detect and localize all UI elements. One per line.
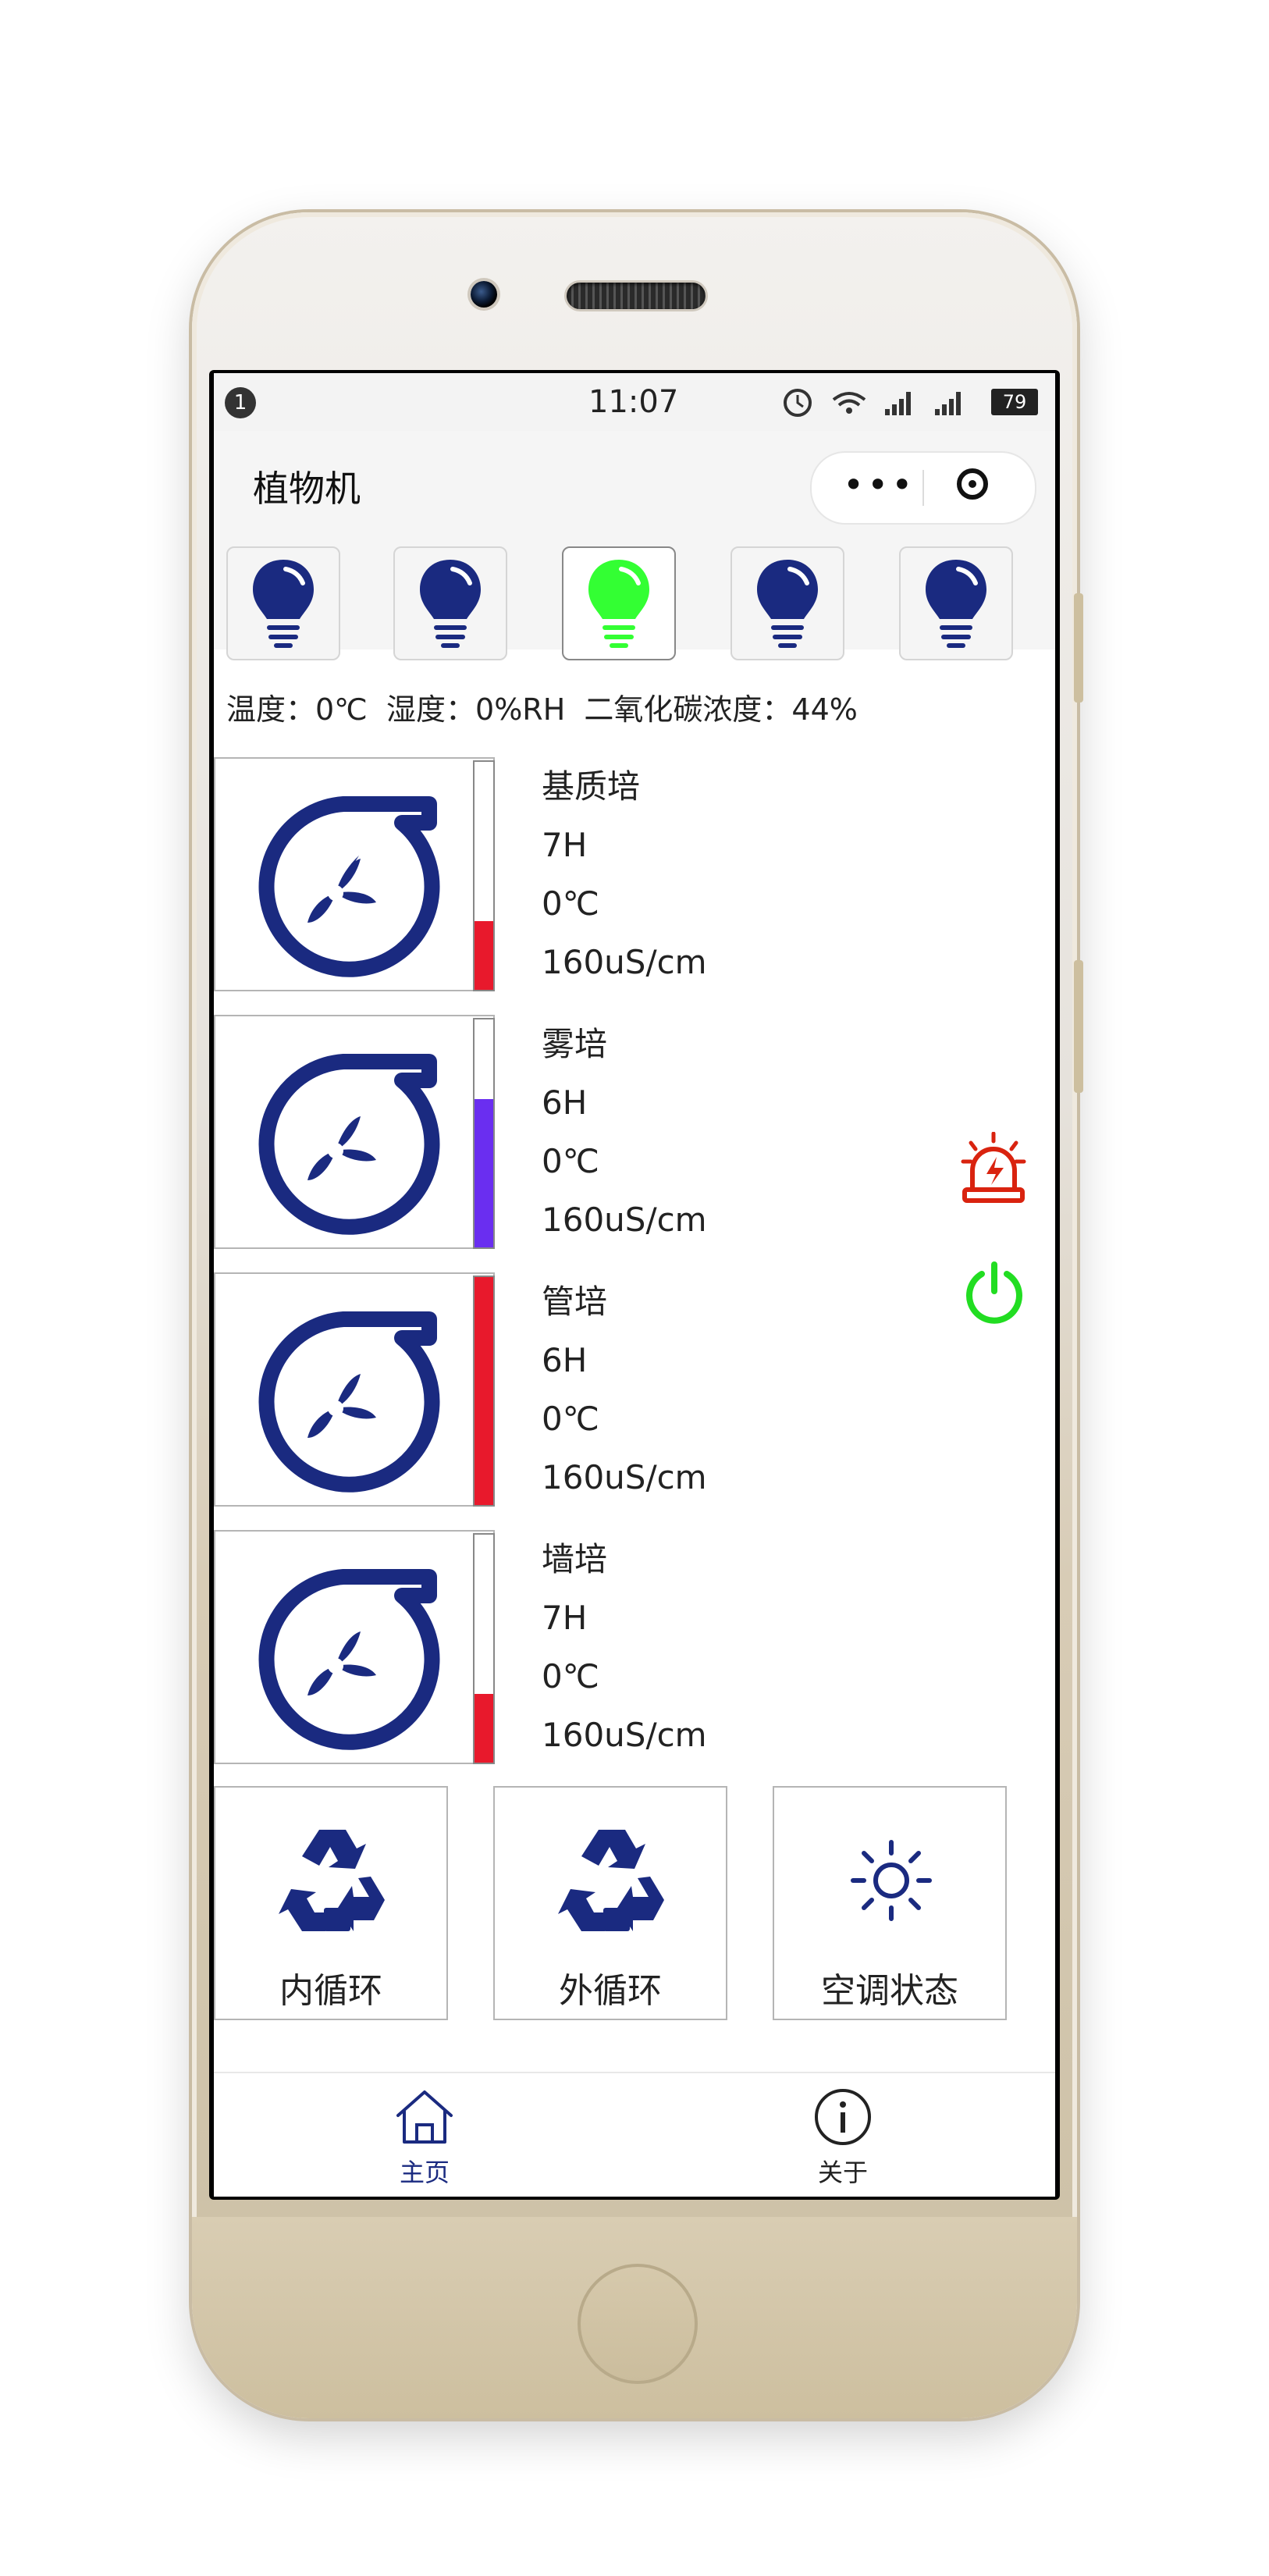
target-icon[interactable] bbox=[957, 468, 988, 500]
light-button-3[interactable] bbox=[562, 546, 676, 660]
water-level-gauge bbox=[473, 760, 495, 991]
sun-icon bbox=[851, 1840, 932, 1921]
device-name: 墙培 bbox=[542, 1540, 608, 1578]
air-conditioner-button[interactable]: 空调状态 bbox=[773, 1786, 1007, 2020]
device-row-3[interactable]: 管培 6H 0℃ 160uS/cm bbox=[214, 1272, 1055, 1507]
system-status-icon bbox=[784, 389, 961, 417]
status-icons: 79 bbox=[780, 386, 1046, 420]
miniprogram-capsule: ••• bbox=[810, 451, 1036, 525]
control-label: 内循环 bbox=[279, 1971, 382, 2011]
device-info: 墙培 7H 0℃ 160uS/cm bbox=[542, 1530, 707, 1764]
tab-label: 关于 bbox=[817, 2158, 868, 2187]
light-button-5[interactable] bbox=[899, 546, 1013, 660]
light-selector bbox=[214, 525, 1055, 660]
device-name: 雾培 bbox=[542, 1025, 608, 1063]
device-name: 管培 bbox=[542, 1283, 608, 1321]
notification-badge: 1 bbox=[225, 387, 256, 418]
tab-about[interactable]: 关于 bbox=[765, 2087, 921, 2189]
page-title: 植物机 bbox=[253, 468, 361, 510]
pump-box[interactable] bbox=[214, 757, 495, 991]
fan-pump-icon bbox=[258, 1311, 440, 1493]
control-label: 空调状态 bbox=[821, 1971, 958, 2011]
water-level-fill bbox=[475, 1277, 493, 1505]
device-ec: 160uS/cm bbox=[542, 943, 707, 981]
device-name: 基质培 bbox=[542, 767, 641, 806]
environment-readout: 温度：0℃ 湿度：0%RH 二氧化碳浓度：44% bbox=[226, 692, 858, 727]
device-temp: 0℃ bbox=[542, 1142, 599, 1180]
water-level-gauge bbox=[473, 1018, 495, 1249]
device-info: 基质培 7H 0℃ 160uS/cm bbox=[542, 757, 707, 991]
nav-bar: 植物机 ••• bbox=[214, 431, 1055, 525]
device-ec: 160uS/cm bbox=[542, 1458, 707, 1496]
volume-button bbox=[1074, 593, 1083, 703]
outer-circulation-button[interactable]: 外循环 bbox=[493, 1786, 727, 2020]
bulb-icon bbox=[757, 560, 818, 648]
tab-label: 主页 bbox=[399, 2158, 450, 2187]
app-display: 1 11:07 79 植物机 ••• 温度：0℃ 湿度：0%RH 二氧化碳浓度：… bbox=[214, 373, 1055, 2197]
device-ec: 160uS/cm bbox=[542, 1201, 707, 1239]
bulb-icon bbox=[926, 560, 986, 648]
device-row-1[interactable]: 基质培 7H 0℃ 160uS/cm bbox=[214, 757, 1055, 991]
status-bar: 1 11:07 79 bbox=[214, 373, 1055, 431]
device-row-4[interactable]: 墙培 7H 0℃ 160uS/cm bbox=[214, 1530, 1055, 1764]
home-hardware-button[interactable] bbox=[578, 2264, 698, 2384]
device-hours: 7H bbox=[542, 1599, 588, 1637]
tab-bar: 主页 关于 bbox=[214, 2072, 1055, 2197]
water-level-fill bbox=[475, 921, 493, 990]
fan-pump-icon bbox=[258, 796, 440, 977]
control-label: 外循环 bbox=[559, 1971, 662, 2011]
device-temp: 0℃ bbox=[542, 884, 599, 923]
recycle-icon bbox=[279, 1830, 385, 1931]
water-level-fill bbox=[475, 1694, 493, 1763]
bulb-icon bbox=[420, 560, 481, 648]
inner-circulation-button[interactable]: 内循环 bbox=[214, 1786, 448, 2020]
bulb-icon bbox=[588, 560, 649, 648]
home-icon bbox=[396, 2090, 453, 2144]
light-button-1[interactable] bbox=[226, 546, 340, 660]
alarm-icon[interactable] bbox=[960, 1132, 1027, 1207]
device-ec: 160uS/cm bbox=[542, 1716, 707, 1754]
water-level-gauge bbox=[473, 1533, 495, 1764]
water-level-fill bbox=[475, 1099, 493, 1247]
fan-pump-icon bbox=[258, 1569, 440, 1750]
pump-box[interactable] bbox=[214, 1272, 495, 1507]
device-temp: 0℃ bbox=[542, 1657, 599, 1695]
status-time: 11:07 bbox=[588, 384, 679, 420]
power-side-button bbox=[1074, 960, 1083, 1093]
bulb-icon bbox=[253, 560, 314, 648]
device-row-2[interactable]: 雾培 6H 0℃ 160uS/cm bbox=[214, 1015, 1055, 1249]
power-icon[interactable] bbox=[962, 1260, 1027, 1325]
device-temp: 0℃ bbox=[542, 1400, 599, 1438]
device-hours: 6H bbox=[542, 1083, 588, 1122]
fan-pump-icon bbox=[258, 1054, 440, 1235]
device-hours: 7H bbox=[542, 826, 588, 864]
info-icon bbox=[815, 2089, 871, 2145]
pump-box[interactable] bbox=[214, 1530, 495, 1764]
light-button-2[interactable] bbox=[393, 546, 507, 660]
battery-indicator: 79 bbox=[991, 389, 1038, 415]
water-level-gauge bbox=[473, 1276, 495, 1507]
recycle-icon bbox=[558, 1830, 664, 1931]
front-camera bbox=[471, 281, 497, 308]
capsule-divider bbox=[922, 470, 924, 506]
device-hours: 6H bbox=[542, 1341, 588, 1379]
pump-box[interactable] bbox=[214, 1015, 495, 1249]
tab-home[interactable]: 主页 bbox=[347, 2087, 503, 2189]
light-button-4[interactable] bbox=[730, 546, 844, 660]
device-info: 管培 6H 0℃ 160uS/cm bbox=[542, 1272, 707, 1507]
earpiece-speaker bbox=[567, 283, 706, 309]
device-info: 雾培 6H 0℃ 160uS/cm bbox=[542, 1015, 707, 1249]
more-dots-icon[interactable]: ••• bbox=[843, 464, 915, 506]
